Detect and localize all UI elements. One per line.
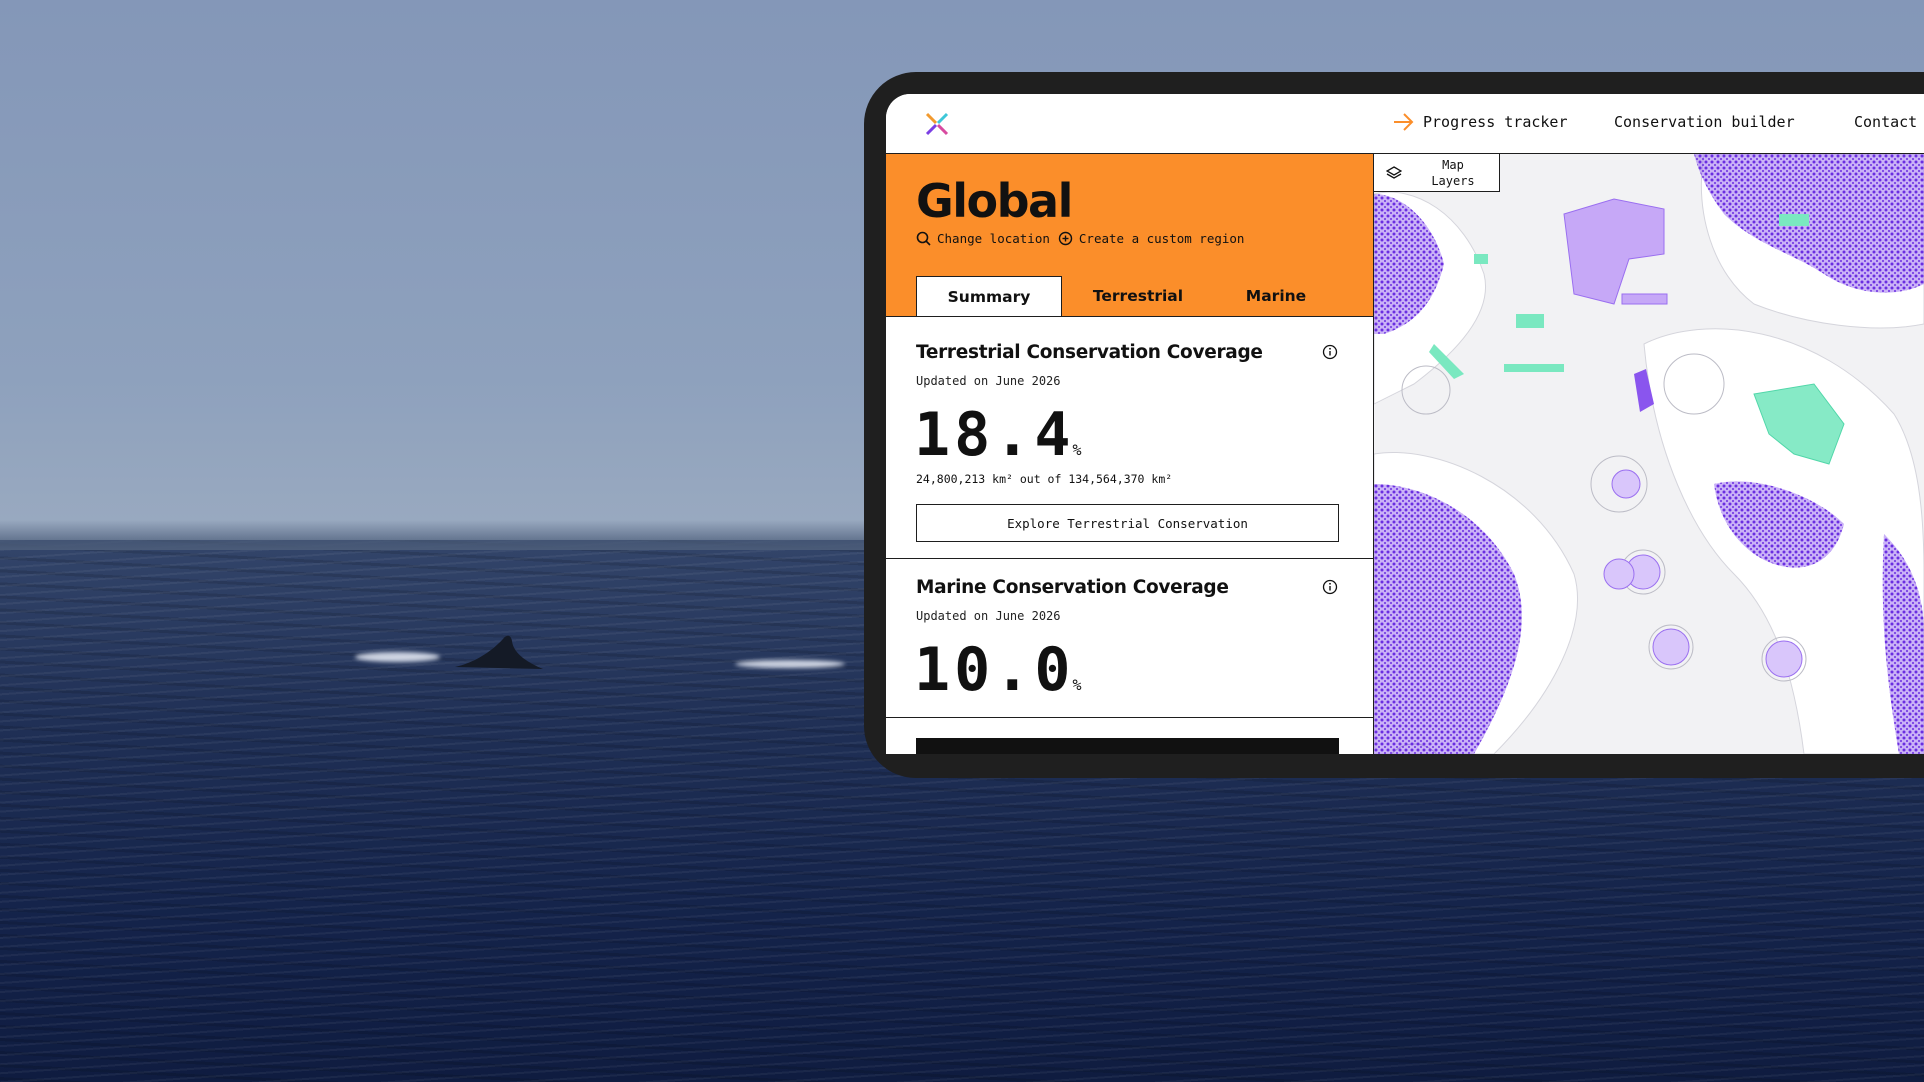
percent-unit: % bbox=[1072, 676, 1082, 694]
marine-coverage-card: Marine Conservation Coverage Updated on … bbox=[886, 559, 1373, 754]
page-title: Global bbox=[916, 174, 1073, 228]
app-screen: Progress tracker Conservation builder Co… bbox=[886, 94, 1924, 754]
map-layers-button[interactable]: Map Layers bbox=[1374, 154, 1500, 192]
logo-icon[interactable] bbox=[923, 110, 951, 138]
whale-back bbox=[455, 635, 543, 669]
map-layers-label: Map Layers bbox=[1431, 158, 1475, 188]
info-icon[interactable] bbox=[1322, 579, 1338, 595]
info-icon[interactable] bbox=[1322, 344, 1338, 360]
marine-coverage-value: 10.0% bbox=[914, 635, 1082, 705]
tab-summary[interactable]: Summary bbox=[916, 276, 1062, 316]
arrow-right-icon bbox=[1394, 113, 1414, 131]
create-region-link[interactable]: Create a custom region bbox=[1058, 231, 1245, 246]
marine-card-title: Marine Conservation Coverage bbox=[916, 577, 1229, 598]
layers-icon bbox=[1386, 166, 1402, 179]
conservation-map[interactable]: Map Layers bbox=[1374, 154, 1924, 754]
water-splash bbox=[355, 652, 440, 662]
tab-terrestrial[interactable]: Terrestrial bbox=[1062, 276, 1214, 316]
sticky-divider bbox=[886, 717, 1373, 718]
terrestrial-coverage-card: Terrestrial Conservation Coverage Update… bbox=[886, 316, 1373, 556]
terrestrial-coverage-value: 18.4% bbox=[914, 400, 1082, 470]
change-location-label: Change location bbox=[937, 231, 1050, 246]
create-region-label: Create a custom region bbox=[1078, 231, 1245, 246]
location-actions: Change location Create a custom region bbox=[916, 231, 1244, 246]
global-insights-button[interactable] bbox=[916, 738, 1339, 754]
marine-percent: 10.0 bbox=[914, 635, 1075, 705]
water-splash bbox=[735, 660, 845, 668]
top-nav: Progress tracker Conservation builder Co… bbox=[886, 94, 1924, 154]
terrestrial-card-title: Terrestrial Conservation Coverage bbox=[916, 342, 1263, 363]
explore-terrestrial-button[interactable]: Explore Terrestrial Conservation bbox=[916, 504, 1339, 542]
change-location-link[interactable]: Change location bbox=[916, 231, 1050, 246]
nav-contact[interactable]: Contact bbox=[1854, 113, 1917, 131]
tab-marine[interactable]: Marine bbox=[1214, 276, 1338, 316]
terrestrial-updated-date: Updated on June 2026 bbox=[916, 374, 1061, 388]
terrestrial-area-text: 24,800,213 km² out of 134,564,370 km² bbox=[916, 472, 1173, 486]
summary-panel: Global Change location Create a custom r… bbox=[886, 154, 1374, 754]
terrestrial-percent: 18.4 bbox=[914, 400, 1075, 470]
search-icon bbox=[916, 231, 931, 246]
percent-unit: % bbox=[1072, 441, 1082, 459]
map-canvas[interactable] bbox=[1374, 154, 1924, 754]
location-header: Global Change location Create a custom r… bbox=[886, 154, 1373, 317]
nav-conservation-builder[interactable]: Conservation builder bbox=[1614, 113, 1795, 131]
marine-updated-date: Updated on June 2026 bbox=[916, 609, 1061, 623]
plus-circle-icon bbox=[1058, 231, 1073, 246]
nav-progress-tracker[interactable]: Progress tracker bbox=[1423, 113, 1568, 131]
tab-bar: Summary Terrestrial Marine bbox=[916, 276, 1338, 316]
